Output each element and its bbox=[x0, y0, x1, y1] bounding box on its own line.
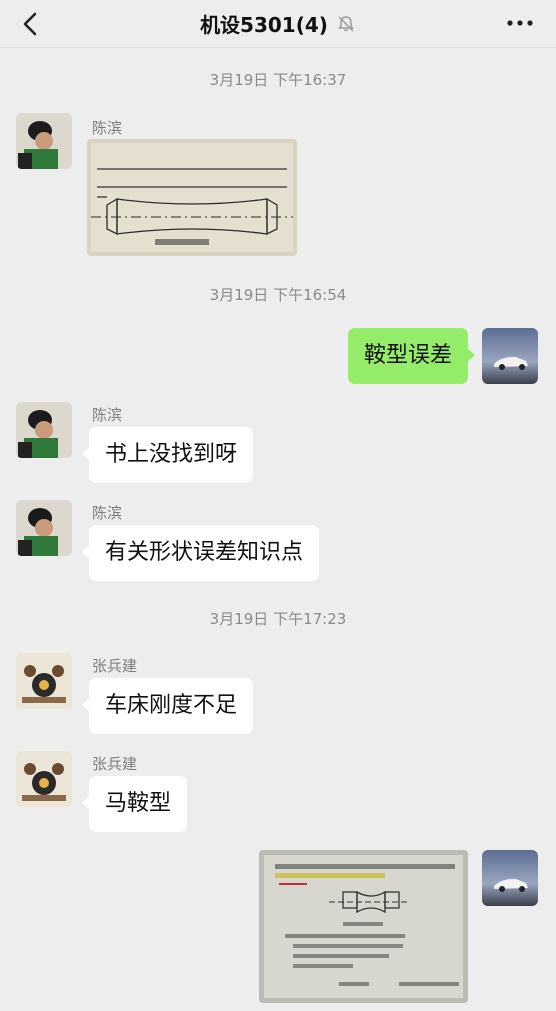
sender-name: 陈滨 bbox=[92, 119, 123, 137]
my-avatar[interactable] bbox=[482, 850, 538, 906]
chat-title-group: 机设5301(4) bbox=[200, 9, 356, 38]
timestamp: 3月19日 下午16:54 bbox=[209, 286, 347, 304]
bell-off-icon bbox=[336, 14, 356, 34]
back-button[interactable] bbox=[12, 4, 48, 44]
image-message[interactable] bbox=[259, 850, 468, 1003]
avatar[interactable] bbox=[16, 751, 72, 807]
image-message[interactable] bbox=[87, 139, 297, 256]
chat-title: 机设5301(4) bbox=[200, 13, 328, 37]
message-bubble-incoming[interactable]: 有关形状误差知识点 bbox=[81, 525, 320, 581]
message-bubble-incoming[interactable]: 马鞍型 bbox=[81, 776, 188, 832]
sender-name: 陈滨 bbox=[92, 504, 123, 522]
sender-name: 张兵建 bbox=[92, 657, 138, 675]
avatar[interactable] bbox=[16, 113, 72, 169]
message-bubble-incoming[interactable]: 书上没找到呀 bbox=[81, 427, 254, 483]
avatar[interactable] bbox=[16, 653, 72, 709]
avatar[interactable] bbox=[16, 500, 72, 556]
avatar[interactable] bbox=[16, 402, 72, 458]
message-bubble-incoming[interactable]: 车床刚度不足 bbox=[81, 678, 254, 734]
chat-header: 机设5301(4) bbox=[0, 0, 556, 48]
my-avatar[interactable] bbox=[482, 328, 538, 384]
timestamp: 3月19日 下午17:23 bbox=[209, 610, 347, 628]
more-dots-icon bbox=[507, 20, 533, 26]
sender-name: 陈滨 bbox=[92, 406, 123, 424]
timestamp: 3月19日 下午16:37 bbox=[209, 71, 347, 89]
sender-name: 张兵建 bbox=[92, 755, 138, 773]
chevron-left-icon bbox=[23, 12, 37, 36]
message-bubble-outgoing[interactable]: 鞍型误差 bbox=[347, 328, 476, 384]
more-options-button[interactable] bbox=[502, 8, 538, 38]
